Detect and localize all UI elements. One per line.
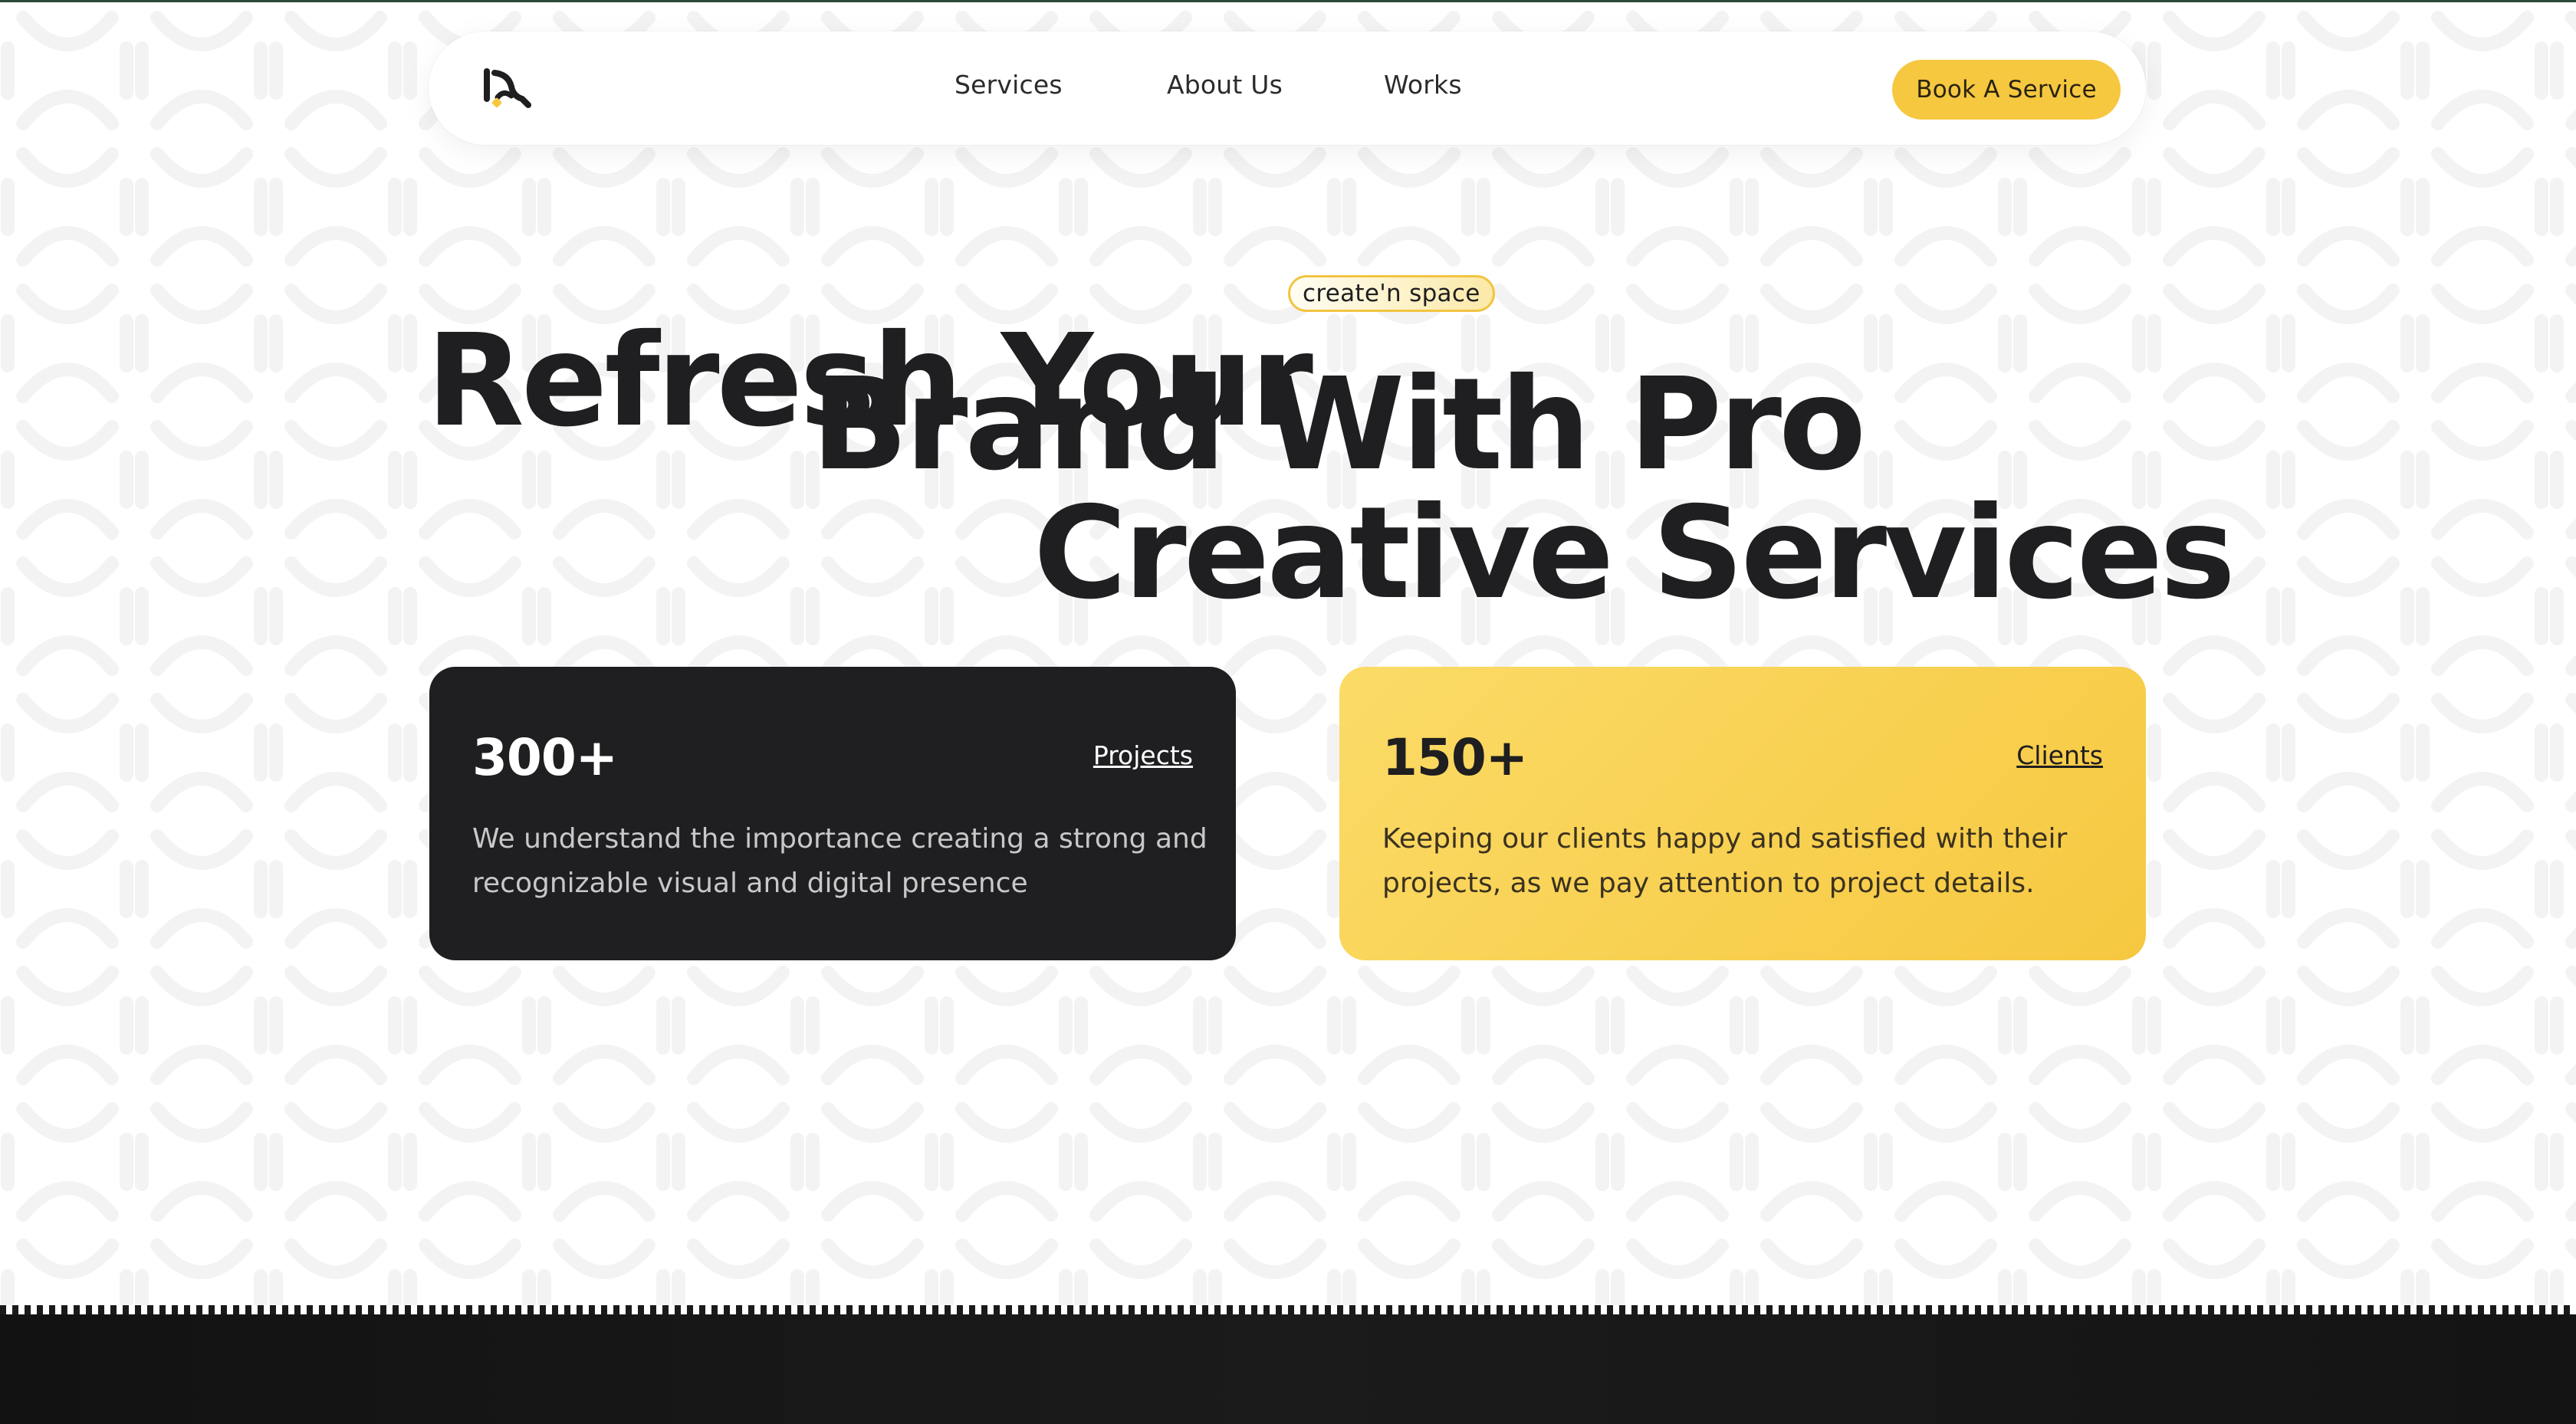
footer-band xyxy=(0,1305,2576,1424)
projects-link[interactable]: Projects xyxy=(1093,740,1193,770)
clients-description: Keeping our clients happy and satisfied … xyxy=(1382,823,2068,899)
hero-title-line-3: Creative Services xyxy=(1033,480,2236,628)
top-navbar: Services About Us Works Book A Service xyxy=(429,31,2146,145)
hero-title-line-2: Brand With Pro xyxy=(811,351,1866,499)
hero-tag-badge: create'n space xyxy=(1288,275,1495,312)
book-service-button[interactable]: Book A Service xyxy=(1892,60,2121,120)
projects-description: We understand the importance creating a … xyxy=(472,823,1208,899)
clients-link[interactable]: Clients xyxy=(2016,740,2103,770)
footer-dashed-edge xyxy=(0,1305,2576,1314)
brand-logo-icon[interactable] xyxy=(478,65,531,111)
nav-link-services[interactable]: Services xyxy=(955,70,1063,100)
clients-stat-card: 150+ Clients Keeping our clients happy a… xyxy=(1339,667,2146,960)
nav-link-works[interactable]: Works xyxy=(1384,70,1462,100)
projects-count: 300+ xyxy=(472,728,618,787)
clients-count: 150+ xyxy=(1382,728,1528,787)
projects-stat-card: 300+ Projects We understand the importan… xyxy=(429,667,1236,960)
background-pattern xyxy=(0,2,2576,1305)
nav-link-about-us[interactable]: About Us xyxy=(1167,70,1283,100)
